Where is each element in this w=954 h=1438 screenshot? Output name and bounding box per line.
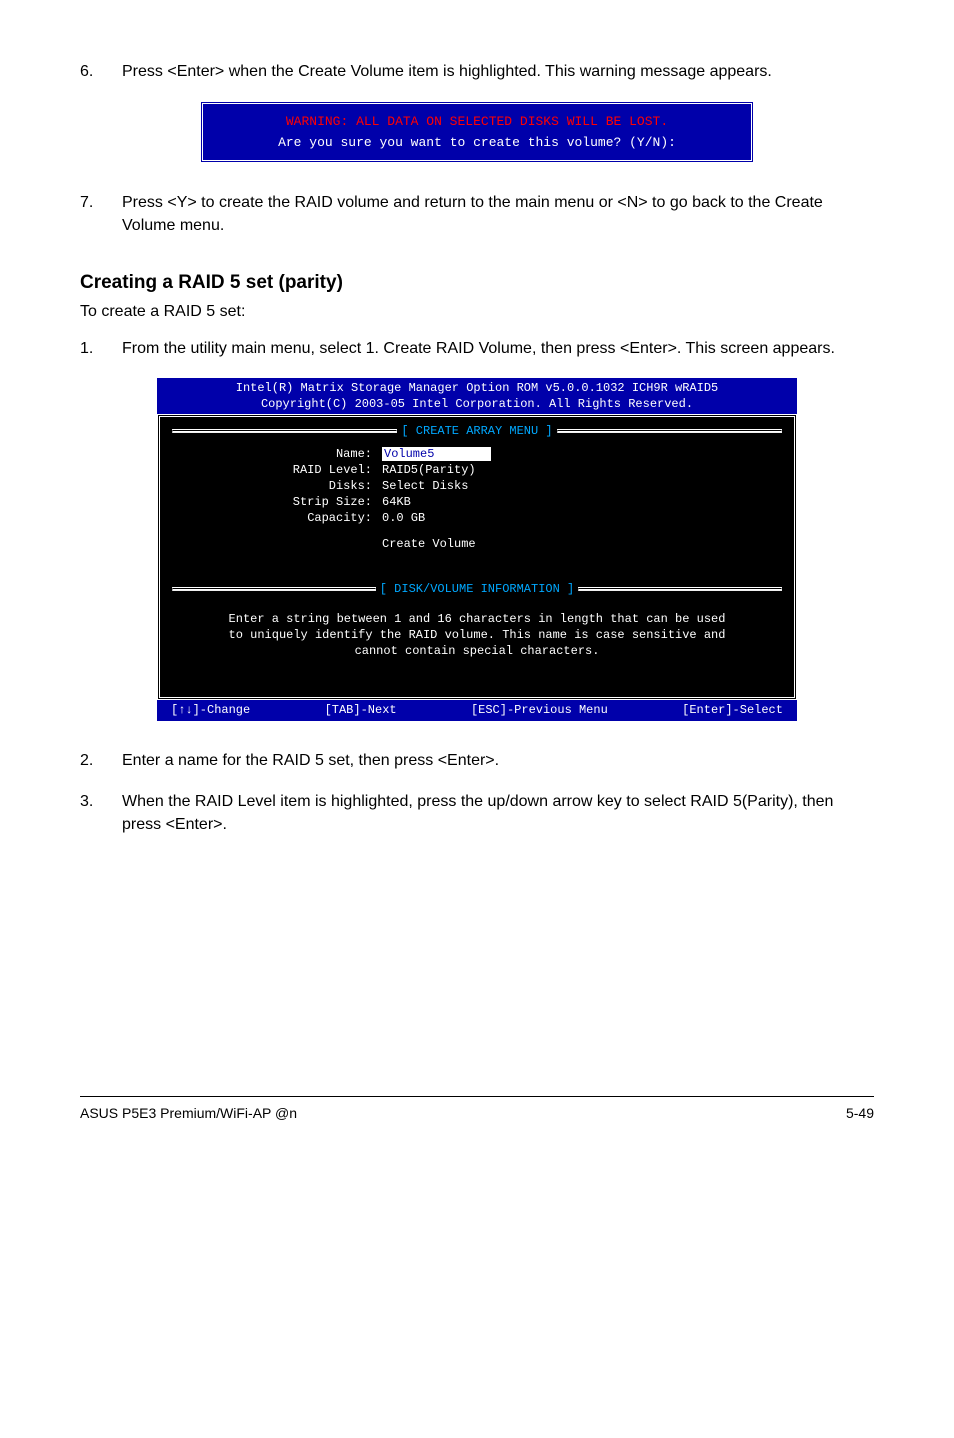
step-text: Press <Y> to create the RAID volume and … — [122, 191, 874, 237]
bios-header: Intel(R) Matrix Storage Manager Option R… — [157, 378, 797, 414]
step-number: 3. — [80, 790, 122, 836]
keyhint-select: [Enter]-Select — [682, 702, 783, 718]
help-text: Enter a string between 1 and 16 characte… — [172, 597, 782, 674]
spacer — [172, 536, 382, 552]
bios-header-line2: Copyright(C) 2003-05 Intel Corporation. … — [157, 396, 797, 412]
rule-left — [172, 587, 376, 591]
step-number: 7. — [80, 191, 122, 237]
field-label: RAID Level: — [172, 462, 382, 478]
footer-right: 5-49 — [846, 1105, 874, 1121]
field-raid-row: RAID Level: RAID5(Parity) — [172, 462, 782, 478]
select-disks-action[interactable]: Select Disks — [382, 478, 468, 494]
help-line: Enter a string between 1 and 16 characte… — [196, 611, 758, 627]
strip-size-select[interactable]: 64KB — [382, 494, 411, 510]
field-name-row: Name: Volume5 — [172, 446, 782, 462]
name-input-value: Volume5 — [382, 447, 436, 461]
step-text: Press <Enter> when the Create Volume ite… — [122, 60, 874, 83]
field-label: Disks: — [172, 478, 382, 494]
capacity-value: 0.0 GB — [382, 510, 425, 526]
name-input[interactable]: Volume5 — [382, 446, 491, 462]
step-7: 7. Press <Y> to create the RAID volume a… — [80, 191, 874, 237]
help-line: to uniquely identify the RAID volume. Th… — [196, 627, 758, 643]
panel-title-row: [ CREATE ARRAY MENU ] — [172, 423, 782, 439]
input-padding — [436, 447, 490, 461]
footer-left: ASUS P5E3 Premium/WiFi-AP @n — [80, 1105, 297, 1121]
create-volume-row: Create Volume — [172, 536, 782, 552]
step-text: From the utility main menu, select 1. Cr… — [122, 337, 874, 360]
field-capacity-row: Capacity: 0.0 GB — [172, 510, 782, 526]
step-text: Enter a name for the RAID 5 set, then pr… — [122, 749, 874, 772]
raid-level-select[interactable]: RAID5(Parity) — [382, 462, 476, 478]
panel-title: [ DISK/VOLUME INFORMATION ] — [376, 581, 578, 597]
warning-text: WARNING: ALL DATA ON SELECTED DISKS WILL… — [217, 114, 737, 129]
step-text: When the RAID Level item is highlighted,… — [122, 790, 874, 836]
keyhint-change: [↑↓]-Change — [171, 702, 250, 718]
rule-right — [557, 429, 782, 433]
field-strip-row: Strip Size: 64KB — [172, 494, 782, 510]
field-label: Strip Size: — [172, 494, 382, 510]
panel-title-row: [ DISK/VOLUME INFORMATION ] — [172, 581, 782, 597]
bios-keyhints: [↑↓]-Change [TAB]-Next [ESC]-Previous Me… — [157, 700, 797, 720]
rule-right — [578, 587, 782, 591]
bios-screen-wrap: Intel(R) Matrix Storage Manager Option R… — [80, 378, 874, 721]
help-line: cannot contain special characters. — [196, 643, 758, 659]
confirm-prompt: Are you sure you want to create this vol… — [217, 135, 737, 150]
step-number: 6. — [80, 60, 122, 83]
step-2: 2. Enter a name for the RAID 5 set, then… — [80, 749, 874, 772]
section-heading: Creating a RAID 5 set (parity) — [80, 272, 874, 294]
bios-header-line1: Intel(R) Matrix Storage Manager Option R… — [157, 380, 797, 396]
step-number: 2. — [80, 749, 122, 772]
create-array-panel: [ CREATE ARRAY MENU ] Name: Volume5 RAID… — [157, 414, 797, 574]
warning-dialog-wrap: WARNING: ALL DATA ON SELECTED DISKS WILL… — [80, 101, 874, 163]
create-volume-action[interactable]: Create Volume — [382, 536, 476, 552]
step-6: 6. Press <Enter> when the Create Volume … — [80, 60, 874, 83]
panel-title: [ CREATE ARRAY MENU ] — [397, 423, 556, 439]
section-subtext: To create a RAID 5 set: — [80, 300, 874, 323]
step-1: 1. From the utility main menu, select 1.… — [80, 337, 874, 360]
keyhint-prev: [ESC]-Previous Menu — [471, 702, 608, 718]
keyhint-next: [TAB]-Next — [325, 702, 397, 718]
field-disks-row: Disks: Select Disks — [172, 478, 782, 494]
disk-info-panel: [ DISK/VOLUME INFORMATION ] Enter a stri… — [157, 575, 797, 701]
step-3: 3. When the RAID Level item is highlight… — [80, 790, 874, 836]
rule-left — [172, 429, 397, 433]
step-number: 1. — [80, 337, 122, 360]
field-label: Name: — [172, 446, 382, 462]
field-label: Capacity: — [172, 510, 382, 526]
warning-dialog: WARNING: ALL DATA ON SELECTED DISKS WILL… — [200, 101, 754, 163]
bios-screen: Intel(R) Matrix Storage Manager Option R… — [157, 378, 797, 721]
page-footer: ASUS P5E3 Premium/WiFi-AP @n 5-49 — [80, 1096, 874, 1121]
